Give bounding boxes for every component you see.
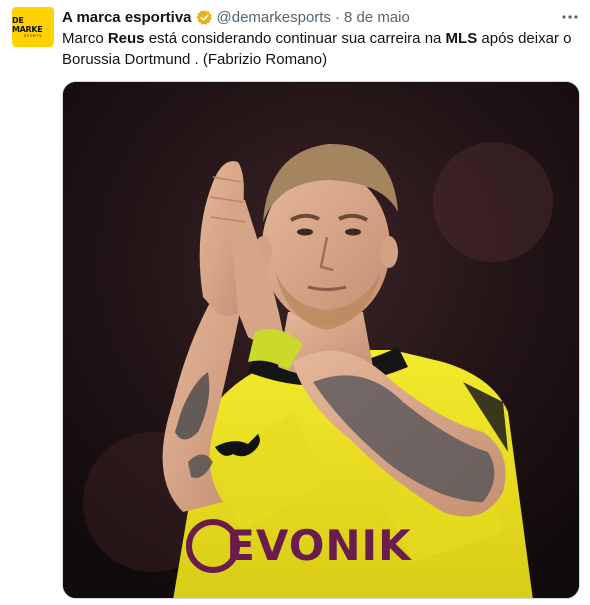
tweet: DE MARKE SPORTS A marca esportiva @demar… bbox=[0, 0, 590, 605]
tweet-text-bold-mls: MLS bbox=[445, 30, 478, 47]
tweet-text-bold-reus: Reus bbox=[107, 30, 145, 47]
tweet-header: A marca esportiva @demarkesports · 8 de … bbox=[62, 7, 410, 27]
player-photo-illustration: EVONIK bbox=[63, 82, 579, 598]
tweet-photo[interactable]: EVONIK bbox=[62, 81, 580, 599]
tweet-text: Marco Reus está considerando continuar s… bbox=[62, 28, 582, 70]
verified-badge-icon bbox=[195, 9, 213, 26]
tweet-text-part: Marco bbox=[62, 30, 108, 47]
avatar-logo-subtext: SPORTS bbox=[23, 33, 43, 38]
author-name[interactable]: A marca esportiva bbox=[62, 9, 192, 26]
more-options-icon[interactable] bbox=[558, 8, 582, 26]
tweet-date[interactable]: 8 de maio bbox=[344, 9, 410, 26]
tweet-text-part: está considerando continuar sua carreira… bbox=[144, 30, 446, 47]
avatar-logo-text: DE MARKE bbox=[12, 15, 43, 34]
separator-dot: · bbox=[334, 8, 340, 26]
author-handle[interactable]: @demarkesports bbox=[217, 9, 331, 26]
avatar[interactable]: DE MARKE SPORTS bbox=[12, 7, 54, 47]
